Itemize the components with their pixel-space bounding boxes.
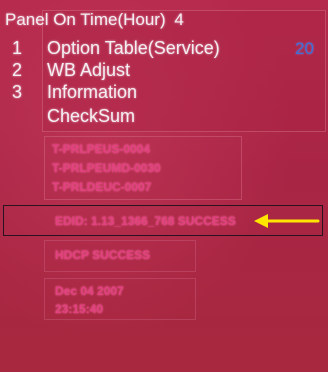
panel-on-time-label: Panel On Time(Hour) (5, 10, 166, 29)
menu-item-information[interactable]: Information (47, 82, 137, 103)
menu-item-checksum[interactable]: CheckSum (47, 106, 135, 127)
panel-on-time: Panel On Time(Hour) 4 (5, 10, 184, 30)
menu-item-option-table[interactable]: Option Table(Service) (47, 38, 220, 59)
build-date: Dec 04 2007 (55, 284, 124, 298)
edid-status: EDID: 1.13_1366_768 SUCCESS (55, 214, 236, 228)
build-time: 23:15:40 (55, 302, 104, 316)
version-line-3: T-PRLDEUC-0007 (52, 180, 152, 194)
option-table-value: 20 (295, 39, 314, 58)
menu-item-3-number: 3 (12, 82, 23, 102)
menu-item-2-number: 2 (12, 60, 23, 80)
menu-item-wb-adjust[interactable]: WB Adjust (47, 60, 130, 81)
version-line-2: T-PRLPEUMD-0030 (52, 161, 161, 175)
version-line-1: T-PRLPEUS-0004 (52, 142, 151, 156)
menu-item-1-number: 1 (12, 38, 23, 58)
hdcp-status: HDCP SUCCESS (55, 248, 151, 262)
tv-service-menu-screen: Panel On Time(Hour) 4 1 Option Table(Ser… (0, 0, 328, 372)
panel-on-time-value: 4 (174, 10, 184, 29)
arrow-left-icon (254, 214, 320, 228)
